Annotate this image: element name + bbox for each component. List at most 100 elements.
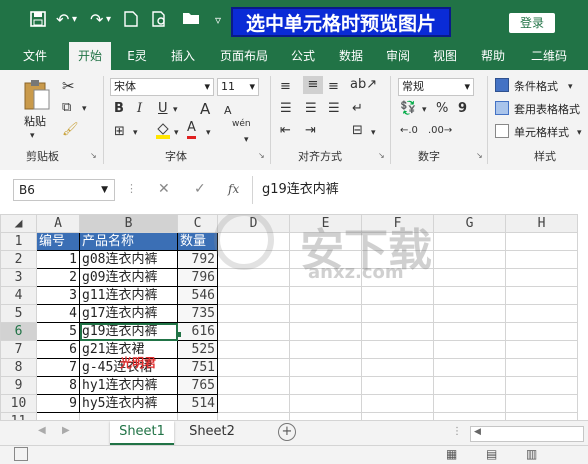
column-header-a[interactable]: A (36, 214, 80, 233)
increase-indent-icon[interactable]: ⇥ (305, 122, 316, 140)
sheet-bar-grip-icon[interactable]: ⋮ (452, 426, 462, 437)
cell[interactable]: 751 (177, 358, 218, 377)
paste-dropdown-icon[interactable]: ▾ (30, 127, 35, 145)
redo-dropdown-icon[interactable]: ▾ (106, 11, 111, 29)
font-name-select[interactable]: 宋体 ▾ (110, 78, 214, 96)
tab-file[interactable]: 文件 (14, 42, 56, 70)
cell-style-icon[interactable] (495, 124, 509, 138)
copy-icon[interactable]: ⧉ (62, 99, 71, 117)
cell[interactable]: 7 (36, 358, 80, 377)
align-top-icon[interactable]: ≡ (280, 78, 291, 96)
increase-decimal-icon[interactable]: ←.0 (400, 122, 418, 140)
cell[interactable]: 546 (177, 286, 218, 305)
underline-dropdown-icon[interactable]: ▾ (173, 101, 178, 119)
insert-function-button[interactable]: fx (228, 182, 239, 196)
save-icon[interactable] (30, 11, 46, 31)
row-header[interactable]: 8 (0, 358, 37, 377)
cancel-entry-button[interactable]: ✕ (158, 181, 170, 197)
cell[interactable]: g11连衣内裤 (79, 286, 178, 305)
grow-font-button[interactable]: A (200, 100, 210, 118)
sheet-tab-sheet1[interactable]: Sheet1 (110, 421, 174, 445)
row-header[interactable]: 11 (0, 412, 37, 420)
borders-icon[interactable]: ⊞ (114, 123, 125, 141)
borders-dropdown-icon[interactable]: ▾ (133, 124, 138, 142)
column-header-c[interactable]: C (177, 214, 218, 233)
tab-formulas[interactable]: 公式 (283, 42, 323, 70)
tab-data[interactable]: 数据 (331, 42, 371, 70)
align-center-icon[interactable]: ☰ (305, 100, 317, 118)
fill-handle[interactable] (176, 332, 181, 337)
cell[interactable]: 6 (36, 340, 80, 359)
column-header-g[interactable]: G (433, 214, 506, 233)
tab-view[interactable]: 视图 (425, 42, 465, 70)
italic-button[interactable]: I (137, 100, 142, 118)
column-header-h[interactable]: H (505, 214, 578, 233)
font-color-dropdown-icon[interactable]: ▾ (206, 124, 211, 142)
cell[interactable]: g17连衣内裤 (79, 304, 178, 323)
format-painter-icon[interactable]: 🖌 (62, 121, 79, 139)
select-all-corner[interactable]: ◢ (0, 214, 37, 233)
page-break-view-icon[interactable]: ▥ (526, 447, 537, 461)
row-header[interactable]: 7 (0, 340, 37, 359)
cell[interactable]: g09连衣内裤 (79, 268, 178, 287)
decrease-indent-icon[interactable]: ⇤ (280, 122, 291, 140)
print-preview-icon[interactable] (152, 11, 168, 31)
selected-cell[interactable]: g19连衣内裤 (79, 322, 178, 341)
cut-icon[interactable]: ✂ (62, 77, 75, 95)
font-size-select[interactable]: 11 ▾ (217, 78, 259, 96)
paste-label[interactable]: 粘贴 (24, 113, 46, 129)
conditional-format-button[interactable]: 条件格式 (514, 78, 558, 94)
row-header[interactable]: 9 (0, 376, 37, 395)
copy-dropdown-icon[interactable]: ▾ (82, 100, 87, 118)
tab-review[interactable]: 审阅 (378, 42, 418, 70)
tab-insert[interactable]: 插入 (163, 42, 203, 70)
align-middle-icon[interactable]: ≡ (303, 76, 323, 94)
cell-style-dropdown-icon[interactable]: ▾ (577, 124, 582, 142)
tab-help[interactable]: 帮助 (473, 42, 513, 70)
cell[interactable]: 765 (177, 376, 218, 395)
percent-button[interactable]: % (436, 100, 448, 118)
cell[interactable]: hy5连衣内裤 (79, 394, 178, 413)
header-cell-name[interactable]: 产品名称 (79, 232, 178, 251)
conditional-format-icon[interactable] (495, 78, 509, 92)
cell[interactable]: 792 (177, 250, 218, 269)
cell[interactable]: 8 (36, 376, 80, 395)
cell[interactable]: 3 (36, 286, 80, 305)
font-launcher-icon[interactable]: ↘ (258, 151, 265, 160)
currency-dropdown-icon[interactable]: ▾ (422, 101, 427, 119)
clipboard-launcher-icon[interactable]: ↘ (90, 151, 97, 160)
customize-icon[interactable]: ▿ (215, 11, 221, 29)
phonetic-button[interactable]: wén (232, 119, 251, 129)
merge-dropdown-icon[interactable]: ▾ (371, 124, 376, 142)
cell[interactable]: hy1连衣内裤 (79, 376, 178, 395)
fill-color-dropdown-icon[interactable]: ▾ (174, 124, 179, 142)
decrease-decimal-icon[interactable]: .00→ (428, 122, 452, 140)
cell-style-button[interactable]: 单元格样式 (514, 124, 569, 140)
cell[interactable]: 9 (36, 394, 80, 413)
align-right-icon[interactable]: ☰ (328, 100, 340, 118)
header-cell-qty[interactable]: 数量 (177, 232, 218, 251)
currency-icon[interactable]: 💱 (400, 100, 416, 118)
underline-button[interactable]: U (158, 100, 168, 118)
column-header-b[interactable]: B (79, 214, 178, 233)
scroll-left-arrow-icon[interactable]: ◀ (474, 427, 481, 437)
bold-button[interactable]: B (114, 100, 124, 118)
tab-home[interactable]: 开始 (69, 42, 111, 70)
tab-page-layout[interactable]: 页面布局 (212, 42, 276, 70)
cell[interactable]: 1 (36, 250, 80, 269)
phonetic-dropdown-icon[interactable]: ▾ (244, 131, 249, 149)
login-button[interactable]: 登录 (509, 13, 555, 33)
conditional-format-dropdown-icon[interactable]: ▾ (568, 78, 573, 96)
cell[interactable]: g08连衣内裤 (79, 250, 178, 269)
normal-view-icon[interactable]: ▦ (446, 447, 457, 461)
tab-qrcode[interactable]: 二维码 (522, 42, 576, 70)
wrap-text-icon[interactable]: ↵ (352, 100, 363, 118)
cell[interactable]: 5 (36, 322, 80, 341)
alignment-launcher-icon[interactable]: ↘ (378, 151, 385, 160)
row-header[interactable]: 1 (0, 232, 37, 251)
cell[interactable]: 2 (36, 268, 80, 287)
cell[interactable]: 514 (177, 394, 218, 413)
align-left-icon[interactable]: ☰ (280, 100, 292, 118)
scroll-left-icon[interactable]: ◀ (38, 425, 46, 436)
number-launcher-icon[interactable]: ↘ (476, 151, 483, 160)
